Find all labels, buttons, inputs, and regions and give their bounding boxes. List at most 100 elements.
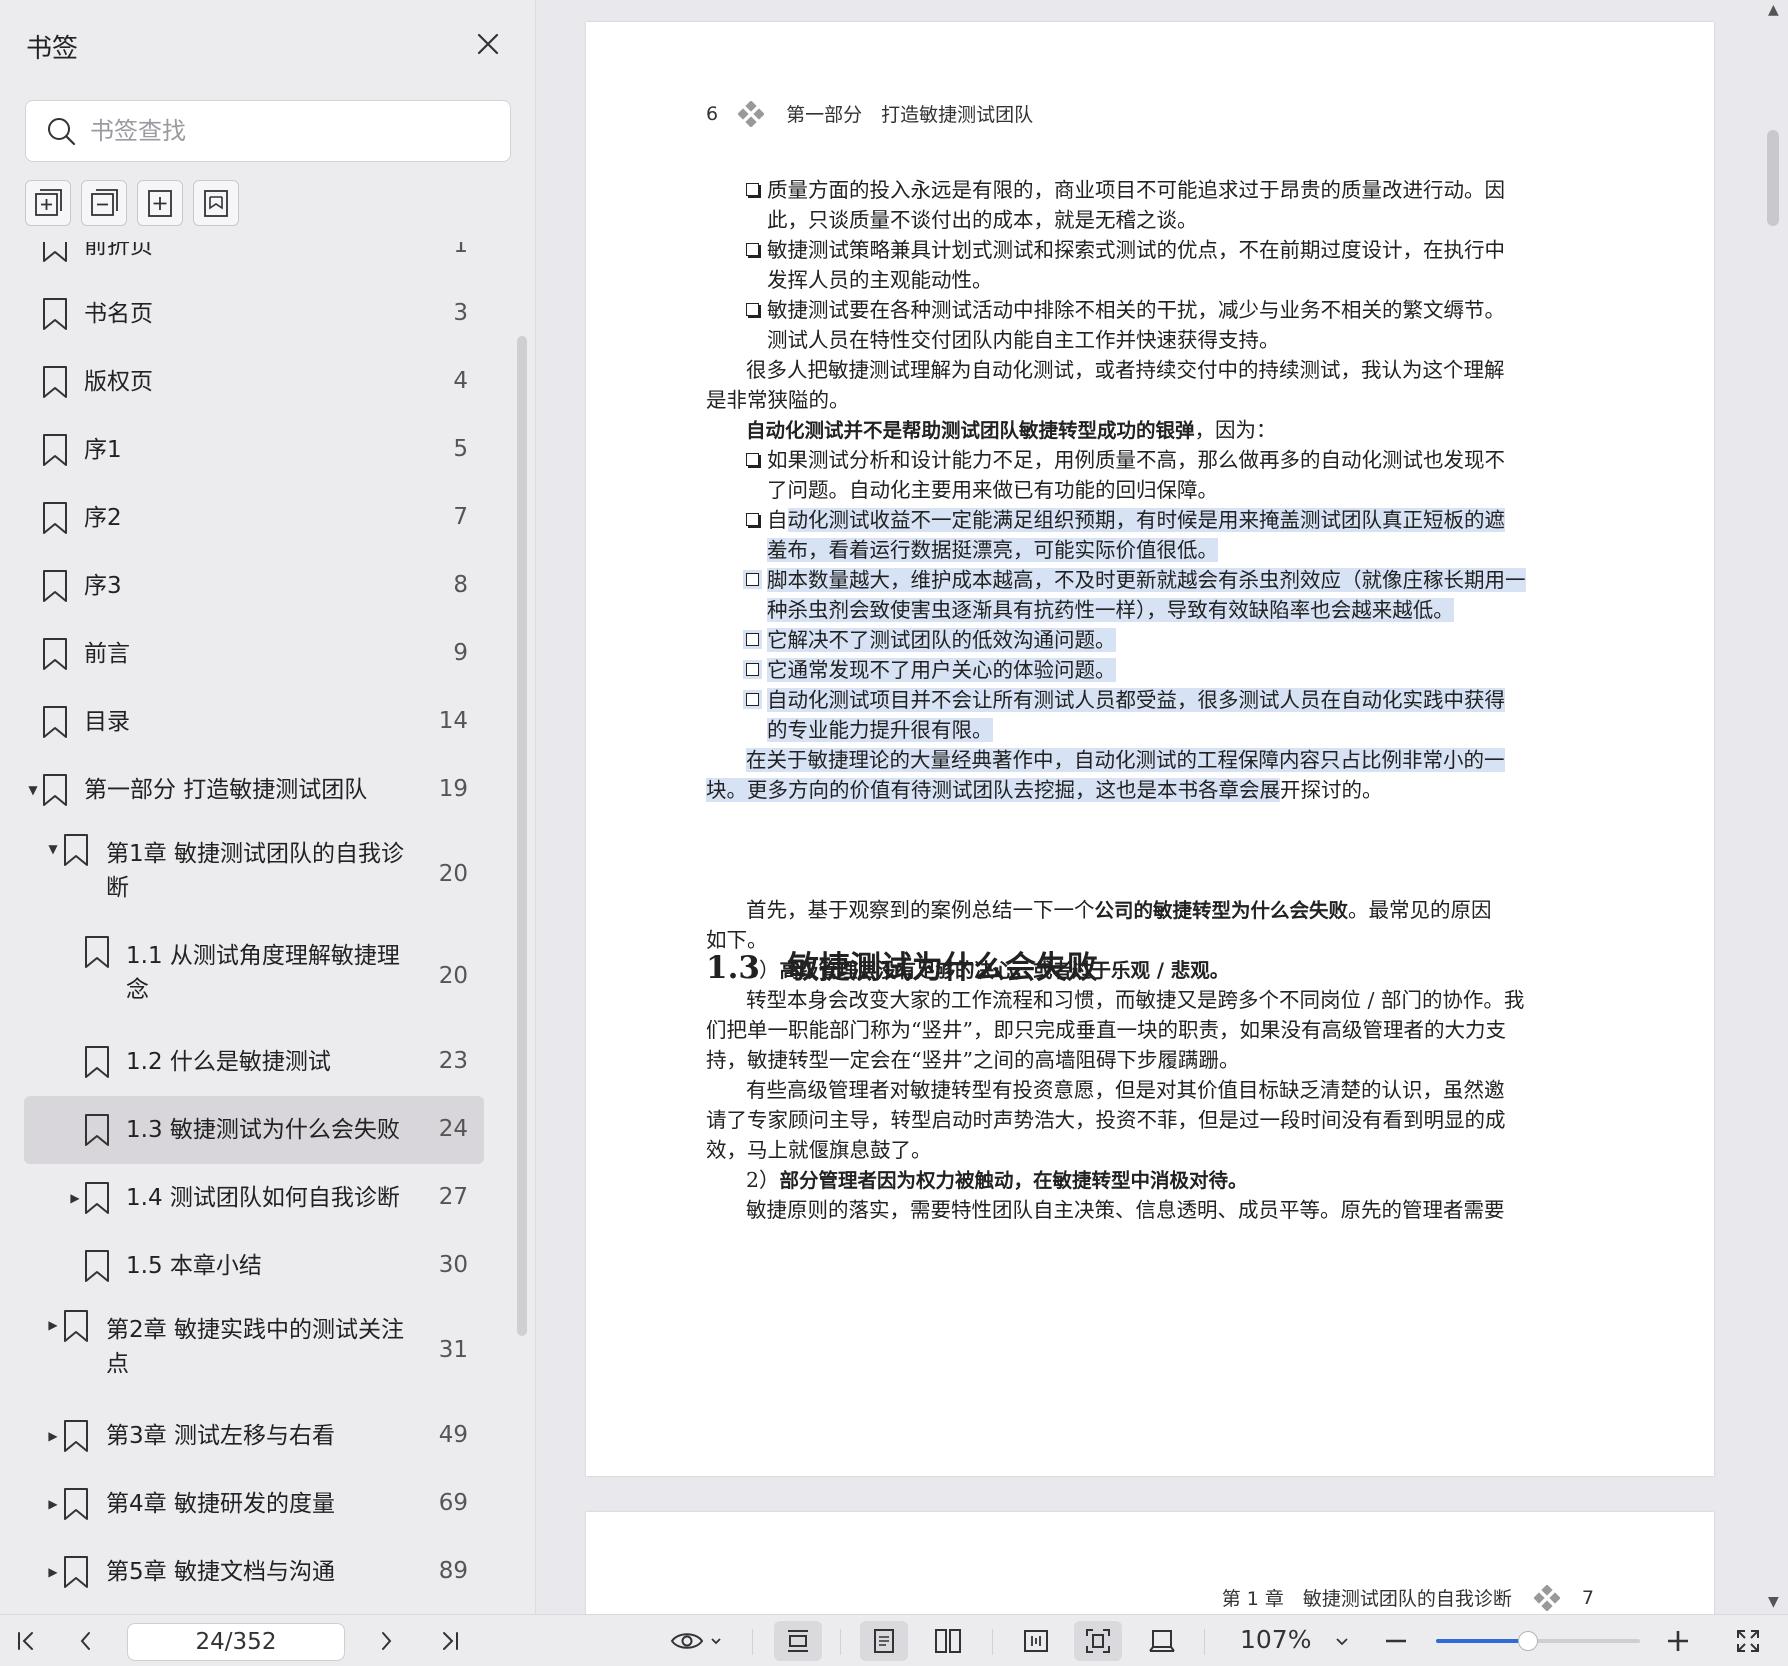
- text-line: 持，敏捷转型一定会在“竖井”之间的高墙阻碍下步履蹒跚。: [706, 1046, 1239, 1074]
- header-chapter: 第 1 章 敏捷测试团队的自我诊断: [1221, 1588, 1512, 1610]
- collapse-all-icon[interactable]: [81, 180, 127, 226]
- bookmark-item[interactable]: ▶ 第2章 敏捷实践中的测试关注点 31: [0, 1300, 510, 1402]
- scroll-up-icon[interactable]: ▲: [1768, 2, 1779, 18]
- bottom-toolbar: 107%: [0, 1614, 1788, 1666]
- bookmark-item[interactable]: 序3 8: [0, 552, 510, 620]
- zoom-dropdown-chevron-icon[interactable]: [1328, 1621, 1356, 1661]
- scroll-down-icon[interactable]: ▼: [1768, 1594, 1779, 1610]
- checkbox-bullet-icon: [746, 243, 759, 256]
- bookmark-icon: [42, 637, 68, 671]
- bookmark-item[interactable]: ▶ 第5章 敏捷文档与沟通 89: [0, 1538, 510, 1606]
- bookmark-item[interactable]: ▶ 1.4 测试团队如何自我诊断 27: [0, 1164, 510, 1232]
- bookmark-label: 第3章 测试左移与右看: [106, 1423, 335, 1449]
- caret-down-icon[interactable]: ▼: [26, 783, 40, 797]
- add-bookmark-icon[interactable]: [137, 180, 183, 226]
- zoom-slider-handle[interactable]: [1517, 1631, 1538, 1651]
- highlighted-text: 种杀虫剂会致使害虫逐渐具有抗药性一样），导致有效缺陷率也会越来越低。: [767, 598, 1454, 622]
- bookmark-label: 序1: [84, 437, 122, 463]
- search-icon: [46, 116, 76, 146]
- bookmark-page-number: 8: [453, 572, 468, 598]
- toolbar-divider: [1204, 1629, 1205, 1655]
- single-page-icon[interactable]: [860, 1621, 908, 1661]
- bookmark-page-number: 30: [438, 1252, 468, 1278]
- rotate-page-icon[interactable]: [1138, 1621, 1186, 1661]
- expand-all-icon[interactable]: [25, 180, 71, 226]
- text-line: 转型本身会改变大家的工作流程和习惯，而敏捷又是跨多个不同岗位 / 部门的协作。我: [746, 986, 1524, 1014]
- bookmark-item[interactable]: 1.1 从测试角度理解敏捷理念 20: [0, 926, 510, 1028]
- prev-page-icon[interactable]: [68, 1621, 104, 1661]
- fit-page-icon[interactable]: [1074, 1621, 1122, 1661]
- highlighted-text: 的专业能力提升很有限。: [767, 718, 993, 742]
- text-line: 种杀虫剂会致使害虫逐渐具有抗药性一样），导致有效缺陷率也会越来越低。: [767, 596, 1454, 624]
- bookmark-label: 序2: [84, 505, 122, 531]
- bookmark-icon: [42, 569, 68, 603]
- caret-right-icon[interactable]: ▶: [68, 1191, 82, 1205]
- bookmark-item[interactable]: 序1 5: [0, 416, 510, 484]
- bookmark-tree: 前折页 1 书名页 3 版权页 4 序1 5 序2 7 序3 8 前言 9 目录 14 ▼ 第一部分 打造敏捷测试…: [0, 242, 510, 1614]
- bookmark-icon: [42, 433, 68, 467]
- bookmark-item[interactable]: 前言 9: [0, 620, 510, 688]
- caret-right-icon[interactable]: ▶: [46, 1565, 60, 1579]
- two-page-icon[interactable]: [924, 1621, 972, 1661]
- bookmark-icon: [84, 1181, 110, 1215]
- caret-right-icon[interactable]: ▶: [46, 1497, 60, 1511]
- page-number-input[interactable]: [127, 1623, 345, 1661]
- text-run: 敏捷测试策略兼具计划式测试和探索式测试的优点，不在前期过度设计，在执行中: [767, 238, 1505, 262]
- text-run: 自: [767, 508, 788, 532]
- caret-down-icon[interactable]: ▼: [46, 842, 60, 856]
- bookmark-item[interactable]: 1.2 什么是敏捷测试 23: [0, 1028, 510, 1096]
- bookmark-item[interactable]: 1.3 敏捷测试为什么会失败 24: [0, 1096, 510, 1164]
- text-run: 首先，基于观察到的案例总结一下一个: [746, 898, 1095, 922]
- continuous-scroll-icon[interactable]: [774, 1621, 822, 1661]
- bookmark-item[interactable]: 前折页 1: [0, 242, 510, 280]
- bookmark-item[interactable]: ▶ 第4章 敏捷研发的度量 69: [0, 1470, 510, 1538]
- bookmark-item[interactable]: 书名页 3: [0, 280, 510, 348]
- fit-width-icon[interactable]: [1012, 1621, 1060, 1661]
- toolbar-divider: [752, 1629, 753, 1655]
- text-line: 脚本数量越大，维护成本越高，不及时更新就越会有杀虫剂效应（就像庄稼长期用一: [743, 566, 1526, 594]
- caret-right-icon[interactable]: ▶: [46, 1318, 60, 1332]
- eye-mode-dropdown[interactable]: [664, 1621, 728, 1661]
- bookmark-item[interactable]: ▶ 第3章 测试左移与右看 49: [0, 1402, 510, 1470]
- text-run: 测试人员在特性交付团队内能自主工作并快速获得支持。: [767, 328, 1280, 352]
- toolbar-divider: [992, 1629, 993, 1655]
- bookmark-search-box[interactable]: [25, 100, 511, 162]
- document-page-next: 第 1 章 敏捷测试团队的自我诊断 7: [586, 1512, 1714, 1614]
- bookmark-page-number: 31: [438, 1337, 468, 1363]
- bookmark-icon: [42, 365, 68, 399]
- bookmark-item[interactable]: 版权页 4: [0, 348, 510, 416]
- text-line: 羞布，看着运行数据挺漂亮，可能实际价值很低。: [767, 536, 1218, 564]
- toolbar-divider: [840, 1629, 841, 1655]
- text-line: 块。更多方向的价值有待测试团队去挖掘，这也是本书各章会展开探讨的。: [706, 776, 1383, 804]
- viewer-scrollbar[interactable]: [1767, 130, 1779, 226]
- bookmark-item[interactable]: 序2 7: [0, 484, 510, 552]
- zoom-slider[interactable]: [1436, 1631, 1640, 1651]
- bookmark-search-input[interactable]: [90, 117, 490, 145]
- bookmark-item[interactable]: ▼ 第一部分 打造敏捷测试团队 19: [0, 756, 510, 824]
- sidebar-scrollbar[interactable]: [517, 336, 527, 1336]
- text-line: 敏捷测试要在各种测试活动中排除不相关的干扰，减少与业务不相关的繁文缛节。: [746, 296, 1505, 324]
- text-run: 敏捷测试要在各种测试活动中排除不相关的干扰，减少与业务不相关的繁文缛节。: [767, 298, 1505, 322]
- bookmark-item[interactable]: 1.5 本章小结 30: [0, 1232, 510, 1300]
- bookmark-icon[interactable]: [193, 180, 239, 226]
- bookmark-icon: [42, 501, 68, 535]
- section-number: 1.3: [706, 950, 760, 986]
- next-page-icon[interactable]: [368, 1621, 404, 1661]
- text-line: 的专业能力提升很有限。: [767, 716, 993, 744]
- bookmark-page-number: 20: [438, 861, 468, 887]
- first-page-icon[interactable]: [8, 1621, 44, 1661]
- bookmark-page-number: 1: [453, 242, 468, 258]
- bookmark-label: 第一部分 打造敏捷测试团队: [84, 777, 368, 803]
- zoom-level[interactable]: 107%: [1240, 1625, 1311, 1654]
- text-line: 它通常发现不了用户关心的体验问题。: [743, 656, 1116, 684]
- bookmark-item[interactable]: 目录 14: [0, 688, 510, 756]
- zoom-in-icon[interactable]: [1660, 1621, 1696, 1661]
- zoom-out-icon[interactable]: [1378, 1621, 1414, 1661]
- close-icon[interactable]: [470, 26, 506, 62]
- fullscreen-icon[interactable]: [1728, 1621, 1768, 1661]
- bookmark-item[interactable]: ▼ 第1章 敏捷测试团队的自我诊断 20: [0, 824, 510, 926]
- bookmark-icon: [63, 1309, 89, 1343]
- bookmark-icon: [42, 242, 68, 263]
- caret-right-icon[interactable]: ▶: [46, 1429, 60, 1443]
- last-page-icon[interactable]: [432, 1621, 468, 1661]
